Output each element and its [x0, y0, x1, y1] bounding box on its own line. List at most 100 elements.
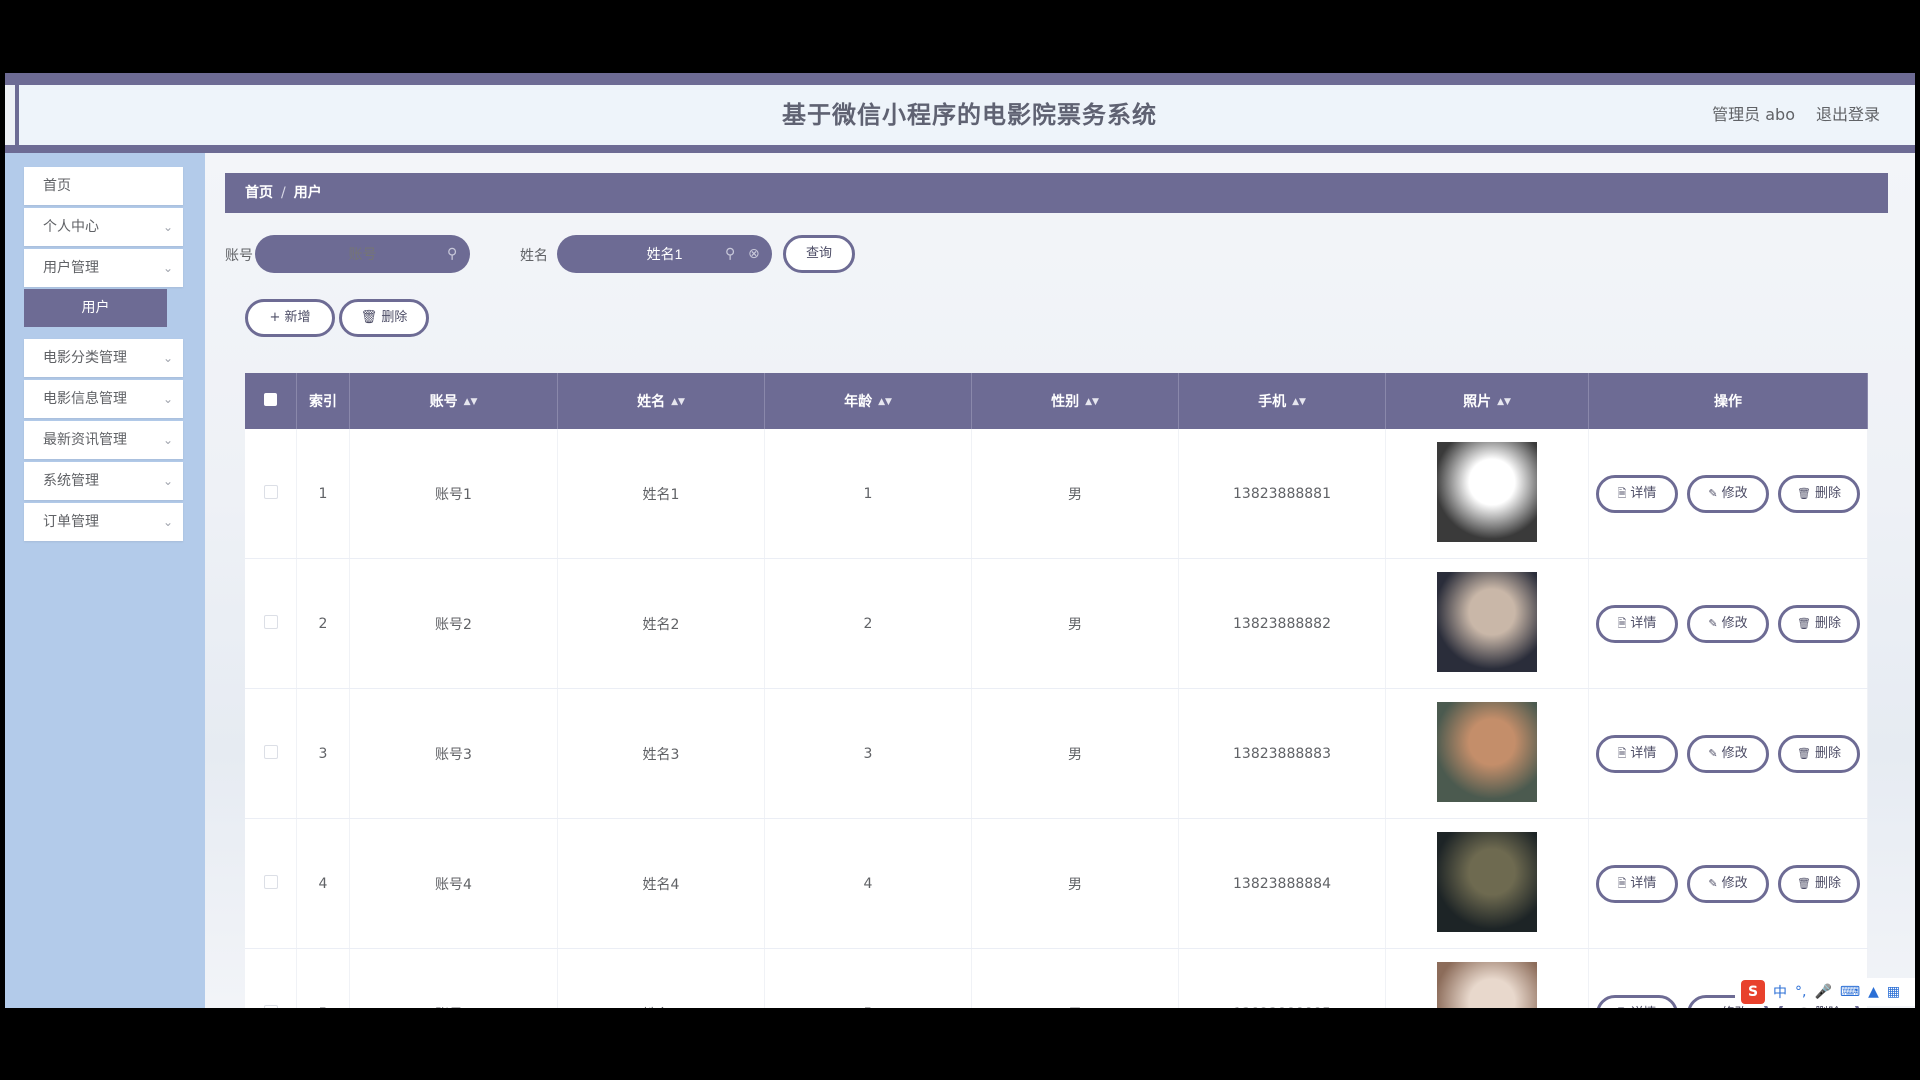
- col-age[interactable]: 年龄 ▲▼: [764, 373, 972, 429]
- grid-icon[interactable]: ▦: [1887, 984, 1900, 1000]
- row-checkbox[interactable]: [263, 484, 278, 499]
- row-checkbox[interactable]: [263, 1004, 278, 1008]
- chevron-down-icon: ⌄: [162, 392, 173, 406]
- cell-photo: [1385, 818, 1589, 949]
- row-actions: 🗎详情✎修改🗑删除: [1590, 864, 1866, 903]
- delete-button-label: 删除: [1814, 875, 1841, 891]
- ime-lang-indicator[interactable]: 中: [1773, 982, 1787, 1002]
- row-checkbox[interactable]: [263, 744, 278, 759]
- delete-button[interactable]: 🗑删除: [1778, 474, 1860, 513]
- sidebar-item-home[interactable]: 首页: [24, 167, 183, 205]
- trash-icon: 🗑: [1797, 616, 1811, 630]
- cell-phone: 13823888881: [1178, 429, 1386, 559]
- select-all-checkbox[interactable]: [264, 392, 277, 406]
- delete-button[interactable]: 🗑删除: [1778, 734, 1860, 773]
- detail-button-label: 详情: [1630, 875, 1657, 891]
- sort-icon[interactable]: ▲▼: [878, 397, 892, 407]
- admin-label: 管理员 abo: [1712, 105, 1795, 124]
- breadcrumb-current: 用户: [293, 185, 322, 201]
- row-actions: 🗎详情✎修改🗑删除: [1590, 734, 1866, 773]
- user-photo: [1437, 701, 1537, 802]
- col-name[interactable]: 姓名 ▲▼: [557, 373, 765, 429]
- microphone-icon[interactable]: 🎤: [1814, 984, 1831, 1000]
- cell-phone: 13823888885: [1178, 948, 1386, 1008]
- edit-button[interactable]: ✎修改: [1687, 474, 1769, 513]
- account-search-input[interactable]: [255, 235, 470, 273]
- ime-toolbar[interactable]: S 中 °, 🎤 ⌨ ▲ ▦: [1735, 978, 1915, 1006]
- sidebar-item-movie-info[interactable]: 电影信息管理 ⌄: [24, 380, 183, 418]
- pencil-icon: ✎: [1708, 876, 1718, 890]
- col-name-label: 姓名: [637, 394, 666, 410]
- row-select-cell: [245, 429, 297, 559]
- table-header-row: 索引 账号 ▲▼ 姓名 ▲▼ 年龄 ▲▼ 性别 ▲▼ 手机 ▲▼ 照片 ▲▼ 操作: [245, 373, 1868, 429]
- query-button[interactable]: 查询: [783, 235, 855, 273]
- sidebar-item-personal-center[interactable]: 个人中心 ⌄: [24, 208, 183, 246]
- detail-button[interactable]: 🗎详情: [1596, 734, 1678, 773]
- select-all-cell[interactable]: [245, 373, 297, 429]
- app-title: 基于微信小程序的电影院票务系统: [782, 101, 1157, 129]
- logout-link[interactable]: 退出登录: [1816, 85, 1880, 145]
- sogou-logo-icon: S: [1741, 980, 1765, 1004]
- cell-photo: [1385, 948, 1589, 1008]
- pencil-icon: ✎: [1708, 746, 1718, 760]
- clear-icon[interactable]: ⊗: [748, 235, 760, 273]
- name-label: 姓名: [520, 248, 548, 264]
- punctuation-icon[interactable]: °,: [1795, 984, 1806, 1000]
- bulk-delete-button[interactable]: 🗑 删除: [339, 299, 429, 337]
- sidebar-subitem-user[interactable]: 用户: [24, 289, 167, 327]
- cell-age: 4: [764, 818, 972, 949]
- sidebar-item-news[interactable]: 最新资讯管理 ⌄: [24, 421, 183, 459]
- table-row: 2 账号2 姓名2 2 男 13823888882 🗎 详情 ✎ 修改 🗑 删除: [245, 558, 1868, 689]
- col-gender[interactable]: 性别 ▲▼: [971, 373, 1179, 429]
- cell-index: 1: [296, 429, 350, 559]
- name-search-input[interactable]: [557, 235, 772, 273]
- sort-icon[interactable]: ▲▼: [1085, 397, 1099, 407]
- cell-index: 5: [296, 948, 350, 1008]
- row-checkbox[interactable]: [263, 614, 278, 629]
- breadcrumb-home[interactable]: 首页: [245, 185, 273, 201]
- row-checkbox[interactable]: [263, 874, 278, 889]
- col-account[interactable]: 账号 ▲▼: [349, 373, 558, 429]
- main-content: 首页 / 用户 账号 ⚲ 姓名 ⚲ ⊗ 查询 + 新增 🗑 删除 索引 账号 ▲▼ 姓…: [205, 153, 1915, 1008]
- cell-phone: 13823888884: [1178, 818, 1386, 949]
- cell-ops: 🗎详情✎修改🗑删除: [1588, 818, 1868, 949]
- cell-age: 2: [764, 558, 972, 689]
- col-photo[interactable]: 照片 ▲▼: [1385, 373, 1589, 429]
- header-divider: [5, 145, 1915, 153]
- skin-icon[interactable]: ▲: [1868, 984, 1879, 1000]
- delete-button[interactable]: 🗑删除: [1778, 864, 1860, 903]
- sort-icon[interactable]: ▲▼: [464, 397, 478, 407]
- sidebar-item-label: 最新资讯管理: [43, 432, 127, 448]
- sort-icon[interactable]: ▲▼: [1497, 397, 1511, 407]
- edit-button[interactable]: ✎修改: [1687, 734, 1769, 773]
- cell-phone: 13823888882: [1178, 558, 1386, 689]
- edit-button[interactable]: ✎修改: [1687, 864, 1769, 903]
- keyboard-icon[interactable]: ⌨: [1840, 984, 1860, 1000]
- cell-name: 姓名3: [557, 688, 765, 819]
- cell-photo: [1385, 558, 1589, 689]
- edit-button[interactable]: ✎修改: [1687, 604, 1769, 643]
- cell-name: 姓名4: [557, 818, 765, 949]
- delete-button[interactable]: 🗑删除: [1778, 604, 1860, 643]
- detail-button[interactable]: 🗎详情: [1596, 604, 1678, 643]
- table-row: 3 账号3 姓名3 3 男 13823888883 🗎 详情 ✎ 修改 🗑 删除: [245, 688, 1868, 819]
- add-button[interactable]: + 新增: [245, 299, 335, 337]
- detail-button[interactable]: 🗎详情: [1596, 864, 1678, 903]
- edit-button-label: 修改: [1721, 615, 1748, 631]
- document-icon: 🗎: [1617, 876, 1627, 890]
- app-window: 基于微信小程序的电影院票务系统 管理员 abo 退出登录 首页 个人中心 ⌄ 用户…: [5, 73, 1915, 1008]
- cell-account: 账号5: [349, 948, 558, 1008]
- sidebar-item-orders[interactable]: 订单管理 ⌄: [24, 503, 183, 541]
- sidebar-item-user-management[interactable]: 用户管理 ⌄: [24, 249, 183, 287]
- sort-icon[interactable]: ▲▼: [671, 397, 685, 407]
- user-table: 索引 账号 ▲▼ 姓名 ▲▼ 年龄 ▲▼ 性别 ▲▼ 手机 ▲▼ 照片 ▲▼ 操作 1 账号1…: [245, 373, 1868, 1008]
- sort-icon[interactable]: ▲▼: [1292, 397, 1306, 407]
- col-phone[interactable]: 手机 ▲▼: [1178, 373, 1386, 429]
- sidebar-item-movie-category[interactable]: 电影分类管理 ⌄: [24, 339, 183, 377]
- delete-button-label: 删除: [1814, 745, 1841, 761]
- detail-button[interactable]: 🗎详情: [1596, 474, 1678, 513]
- sidebar-item-system[interactable]: 系统管理 ⌄: [24, 462, 183, 500]
- detail-button[interactable]: 🗎详情: [1596, 994, 1678, 1008]
- sidebar-item-label: 电影分类管理: [43, 350, 127, 366]
- cell-gender: 男: [971, 429, 1179, 559]
